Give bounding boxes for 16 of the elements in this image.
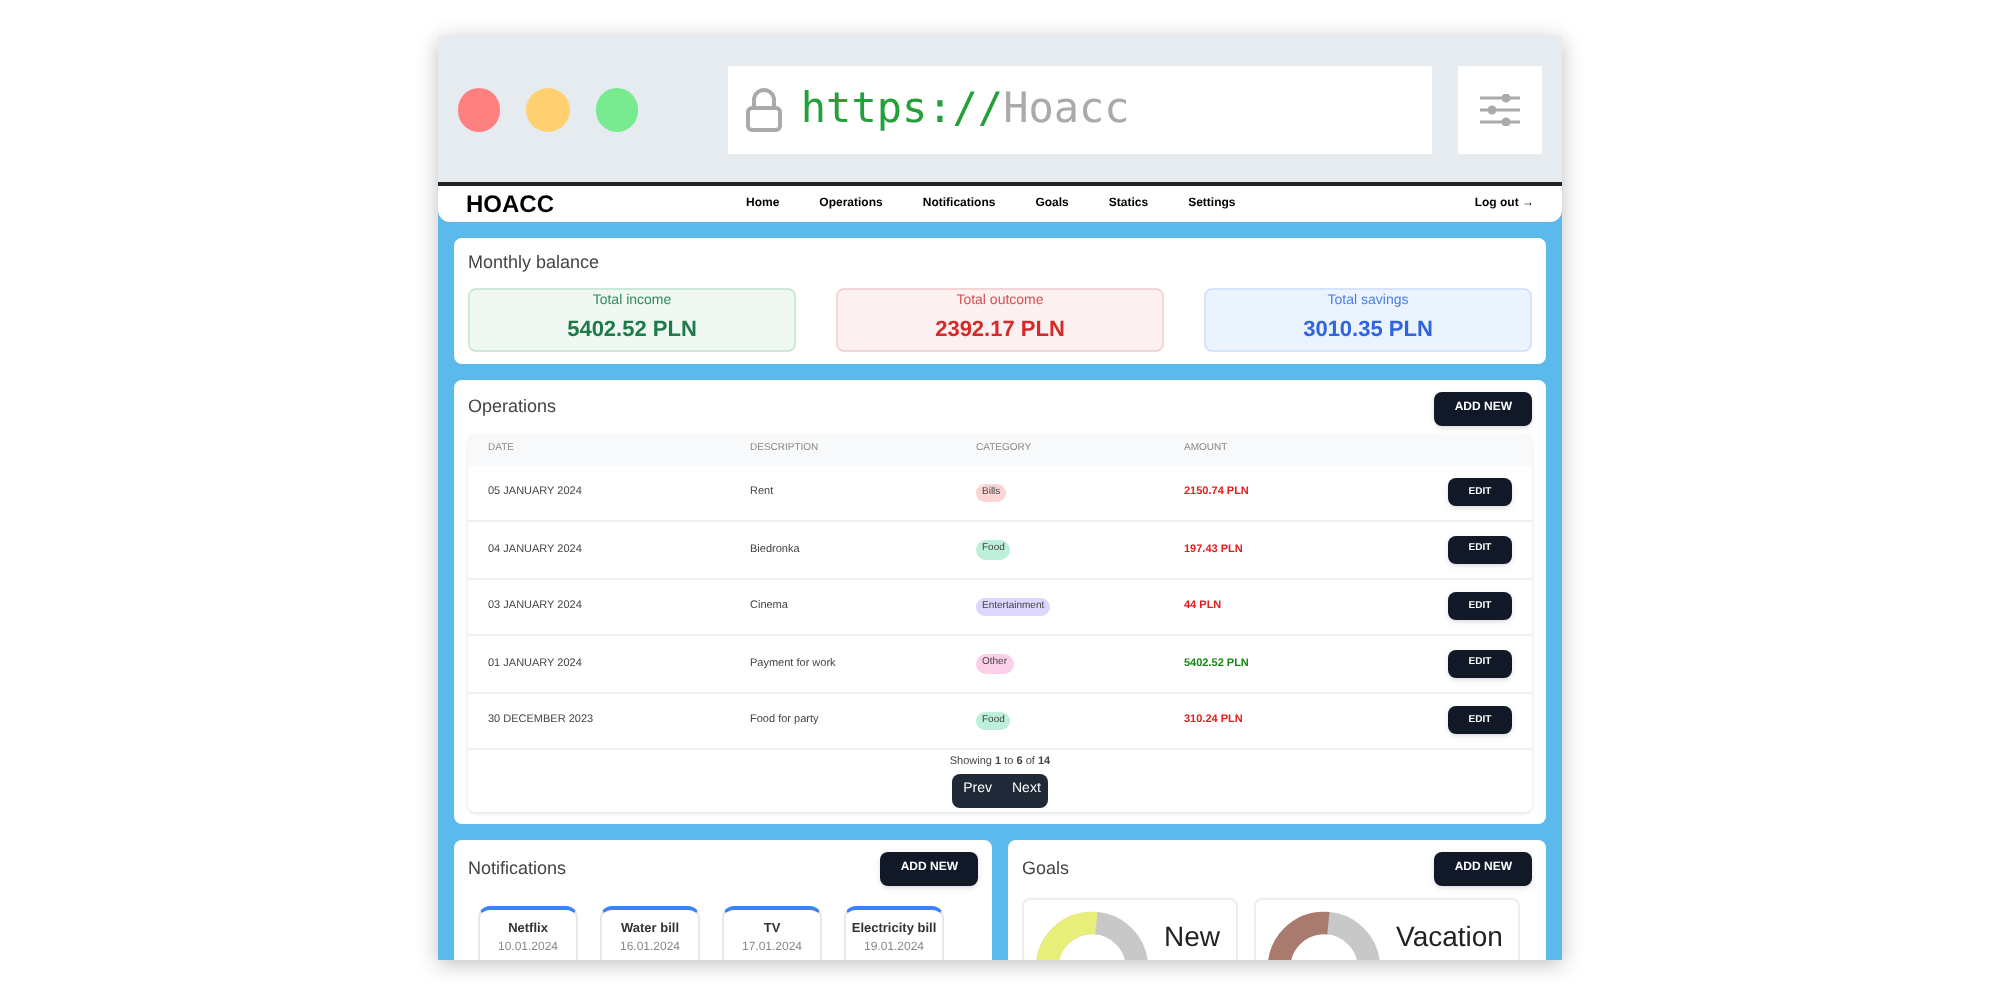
card-title: Monthly balance xyxy=(468,250,602,276)
tile-value: 5402.52 PLN xyxy=(567,315,697,345)
goal-card[interactable]: New xyxy=(1022,897,1239,960)
card-title: Notifications xyxy=(468,855,567,881)
goal-name: New xyxy=(1164,917,1221,956)
card-title: Operations xyxy=(468,394,557,421)
goal-card[interactable]: Vacation xyxy=(1254,897,1521,960)
url-text: https://Hoacc xyxy=(800,81,1130,136)
tile-value: 3010.35 PLN xyxy=(1303,315,1433,345)
settings-icon xyxy=(1480,93,1521,125)
tile-value: 2392.17 PLN xyxy=(935,315,1065,345)
settings-button[interactable] xyxy=(1458,65,1542,153)
lock-icon xyxy=(744,87,785,131)
logo: HOACC xyxy=(466,188,556,222)
goal-name: Vacation xyxy=(1396,917,1503,956)
card-title: Goals xyxy=(1022,855,1070,881)
